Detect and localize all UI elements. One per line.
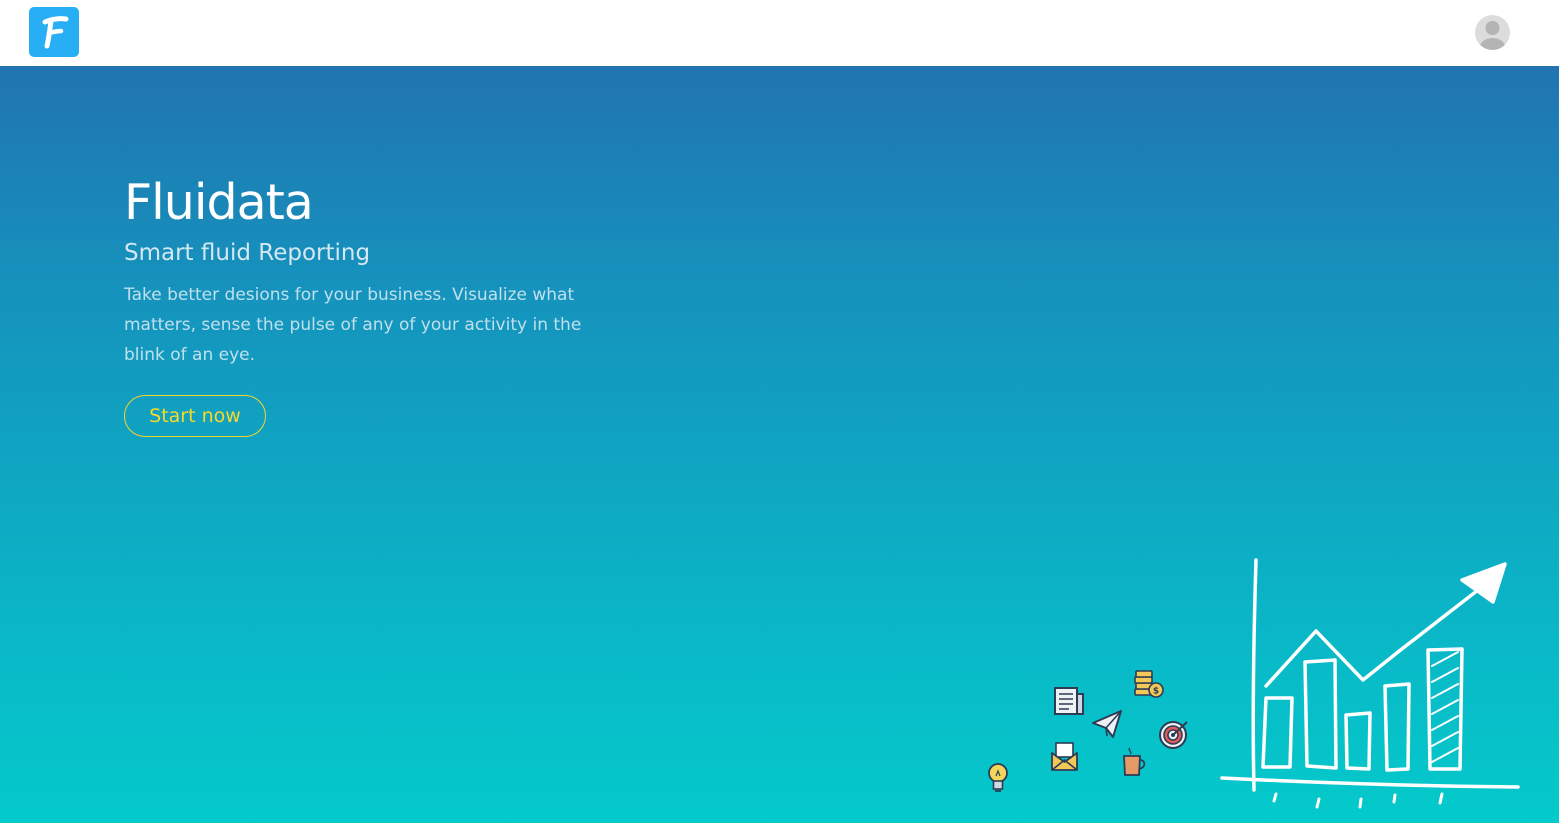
user-avatar-icon[interactable]	[1475, 15, 1510, 50]
rising-chart-icon	[1220, 558, 1520, 809]
top-navbar	[0, 0, 1559, 66]
lightbulb-icon	[988, 763, 1008, 792]
logo-letter-icon	[42, 16, 69, 49]
newspaper-icon	[1054, 687, 1084, 715]
hero-subtitle: Smart fluid Reporting	[124, 240, 371, 266]
hero-section: Fluidata Smart fluid Reporting Take bett…	[0, 66, 1559, 823]
coins-icon: $	[1134, 670, 1164, 698]
hero-description: Take better desions for your business. V…	[124, 285, 582, 365]
avatar-silhouette-icon	[1479, 21, 1506, 50]
coffee-cup-icon	[1123, 747, 1146, 776]
paper-plane-icon	[1092, 710, 1122, 738]
start-now-button[interactable]: Start now	[124, 395, 266, 437]
svg-text:$: $	[1153, 687, 1159, 697]
envelope-icon	[1051, 742, 1078, 771]
fluidata-logo-icon[interactable]	[29, 7, 79, 57]
page-title: Fluidata	[124, 174, 314, 231]
target-icon	[1159, 721, 1188, 749]
